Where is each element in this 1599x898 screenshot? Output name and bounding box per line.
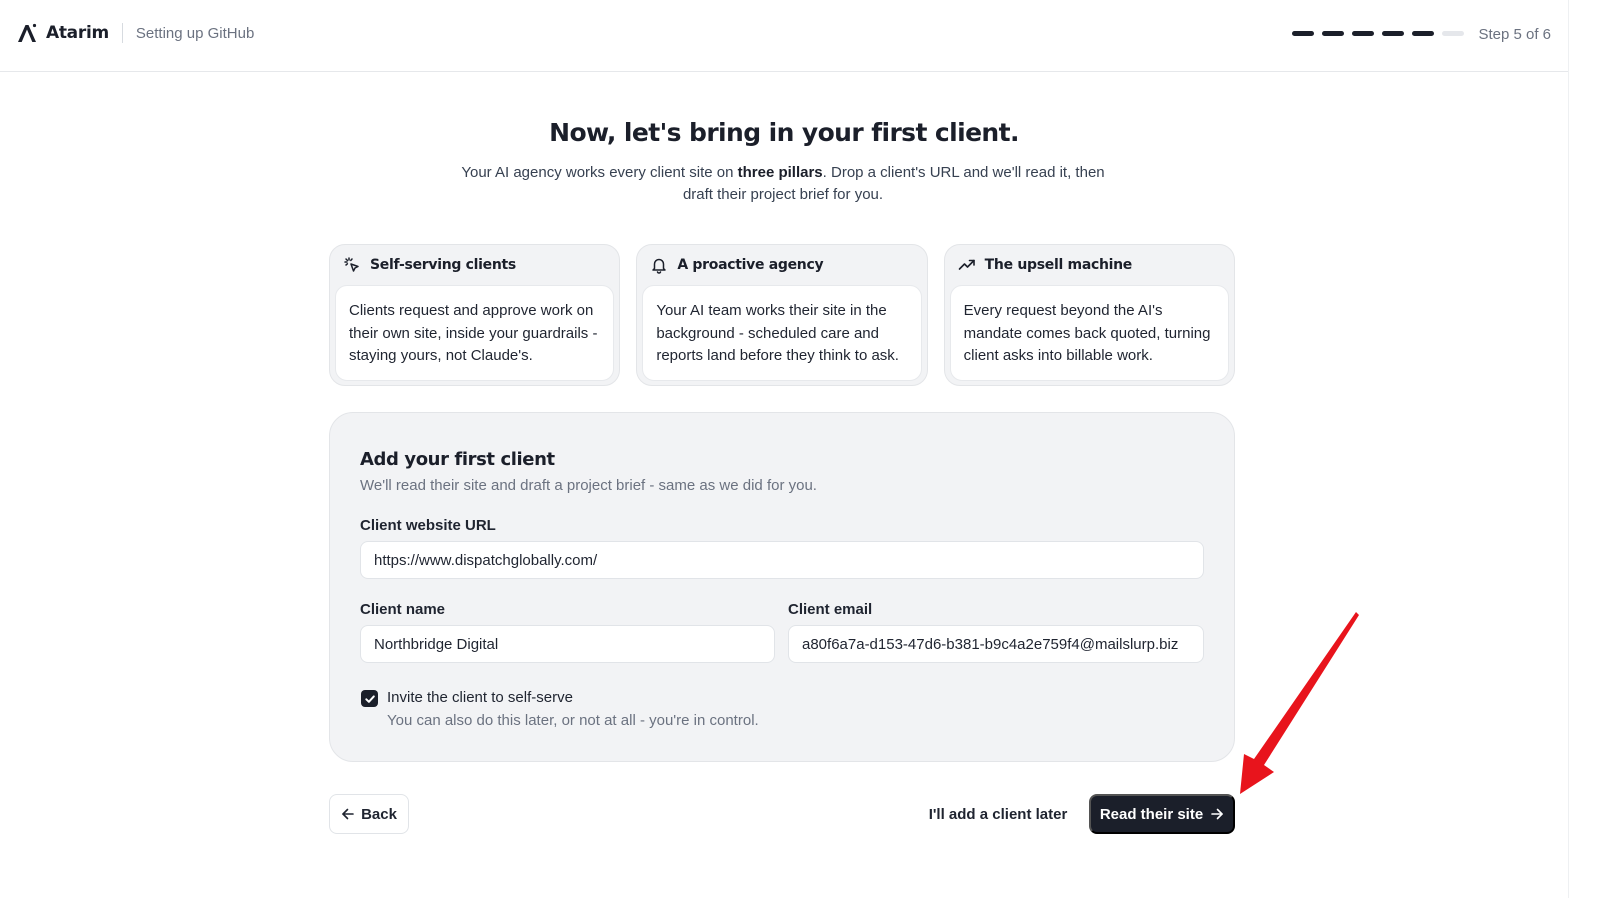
page-title: Now, let's bring in your first client. xyxy=(549,118,1019,147)
pillar-body: Your AI team works their site in the bac… xyxy=(642,285,922,381)
form-subtitle: We'll read their site and draft a projec… xyxy=(360,477,817,494)
setup-subtitle: Setting up GitHub xyxy=(135,24,255,42)
description-bold: three pillars xyxy=(737,164,823,181)
url-label: Client website URL xyxy=(360,517,496,534)
page-scrollbar[interactable] xyxy=(1568,0,1599,898)
invite-help-text: You can also do this later, or not at al… xyxy=(387,712,759,729)
pillar-header: The upsell machine xyxy=(950,245,1229,285)
email-label: Client email xyxy=(788,601,873,618)
trending-up-icon xyxy=(958,259,975,270)
pillar-upsell: The upsell machine Every request beyond … xyxy=(943,244,1235,386)
pillar-self-serving: Self-serving clients Clients request and… xyxy=(329,244,621,386)
client-url-input[interactable] xyxy=(360,541,1204,579)
arrow-left-icon xyxy=(342,808,354,820)
bell-icon xyxy=(652,258,667,274)
progress-segment xyxy=(1442,31,1464,36)
top-bar: Atarim Setting up GitHub Step 5 of 6 xyxy=(0,0,1568,72)
progress-segment xyxy=(1352,31,1374,36)
back-button[interactable]: Back xyxy=(329,794,409,834)
pillar-proactive: A proactive agency Your AI team works th… xyxy=(636,244,928,386)
pillar-title: The upsell machine xyxy=(984,257,1133,273)
progress-segment xyxy=(1322,31,1344,36)
sparkle-cursor-icon xyxy=(344,257,359,272)
back-label: Back xyxy=(361,805,397,823)
atarim-logo-icon xyxy=(18,23,37,42)
checkmark-icon xyxy=(364,694,375,703)
step-progress xyxy=(1292,31,1464,36)
arrow-right-icon xyxy=(1211,808,1223,820)
progress-segment xyxy=(1382,31,1404,36)
name-label: Client name xyxy=(360,601,446,618)
pillar-title: A proactive agency xyxy=(677,257,824,273)
pillars: Self-serving clients Clients request and… xyxy=(329,244,1235,386)
client-email-input[interactable] xyxy=(788,625,1204,663)
step-label: Step 5 of 6 xyxy=(1478,26,1551,43)
progress-segment xyxy=(1292,31,1314,36)
read-site-button[interactable]: Read their site xyxy=(1089,794,1235,834)
invite-checkbox[interactable] xyxy=(361,690,378,707)
add-client-card: Add your first client We'll read their s… xyxy=(329,412,1235,762)
brand: Atarim Setting up GitHub xyxy=(16,22,254,44)
add-client-later-button[interactable]: I'll add a client later xyxy=(918,794,1078,834)
invite-label[interactable]: Invite the client to self-serve xyxy=(387,689,573,706)
annotation-arrow-icon xyxy=(1240,612,1359,794)
pillar-title: Self-serving clients xyxy=(370,257,516,273)
description-text-1: Your AI agency works every client site o… xyxy=(461,164,738,181)
pillar-body: Every request beyond the AI's mandate co… xyxy=(949,285,1229,381)
client-name-input[interactable] xyxy=(360,625,775,663)
progress-segment xyxy=(1412,31,1434,36)
pillar-body: Clients request and approve work on thei… xyxy=(335,285,615,381)
pillar-header: A proactive agency xyxy=(642,245,921,285)
pillar-header: Self-serving clients xyxy=(335,245,614,285)
brand-name: Atarim xyxy=(46,23,109,43)
read-site-label: Read their site xyxy=(1099,805,1204,823)
form-title: Add your first client xyxy=(360,449,555,470)
brand-divider xyxy=(121,23,123,43)
page-description: Your AI agency works every client site o… xyxy=(458,162,1108,206)
